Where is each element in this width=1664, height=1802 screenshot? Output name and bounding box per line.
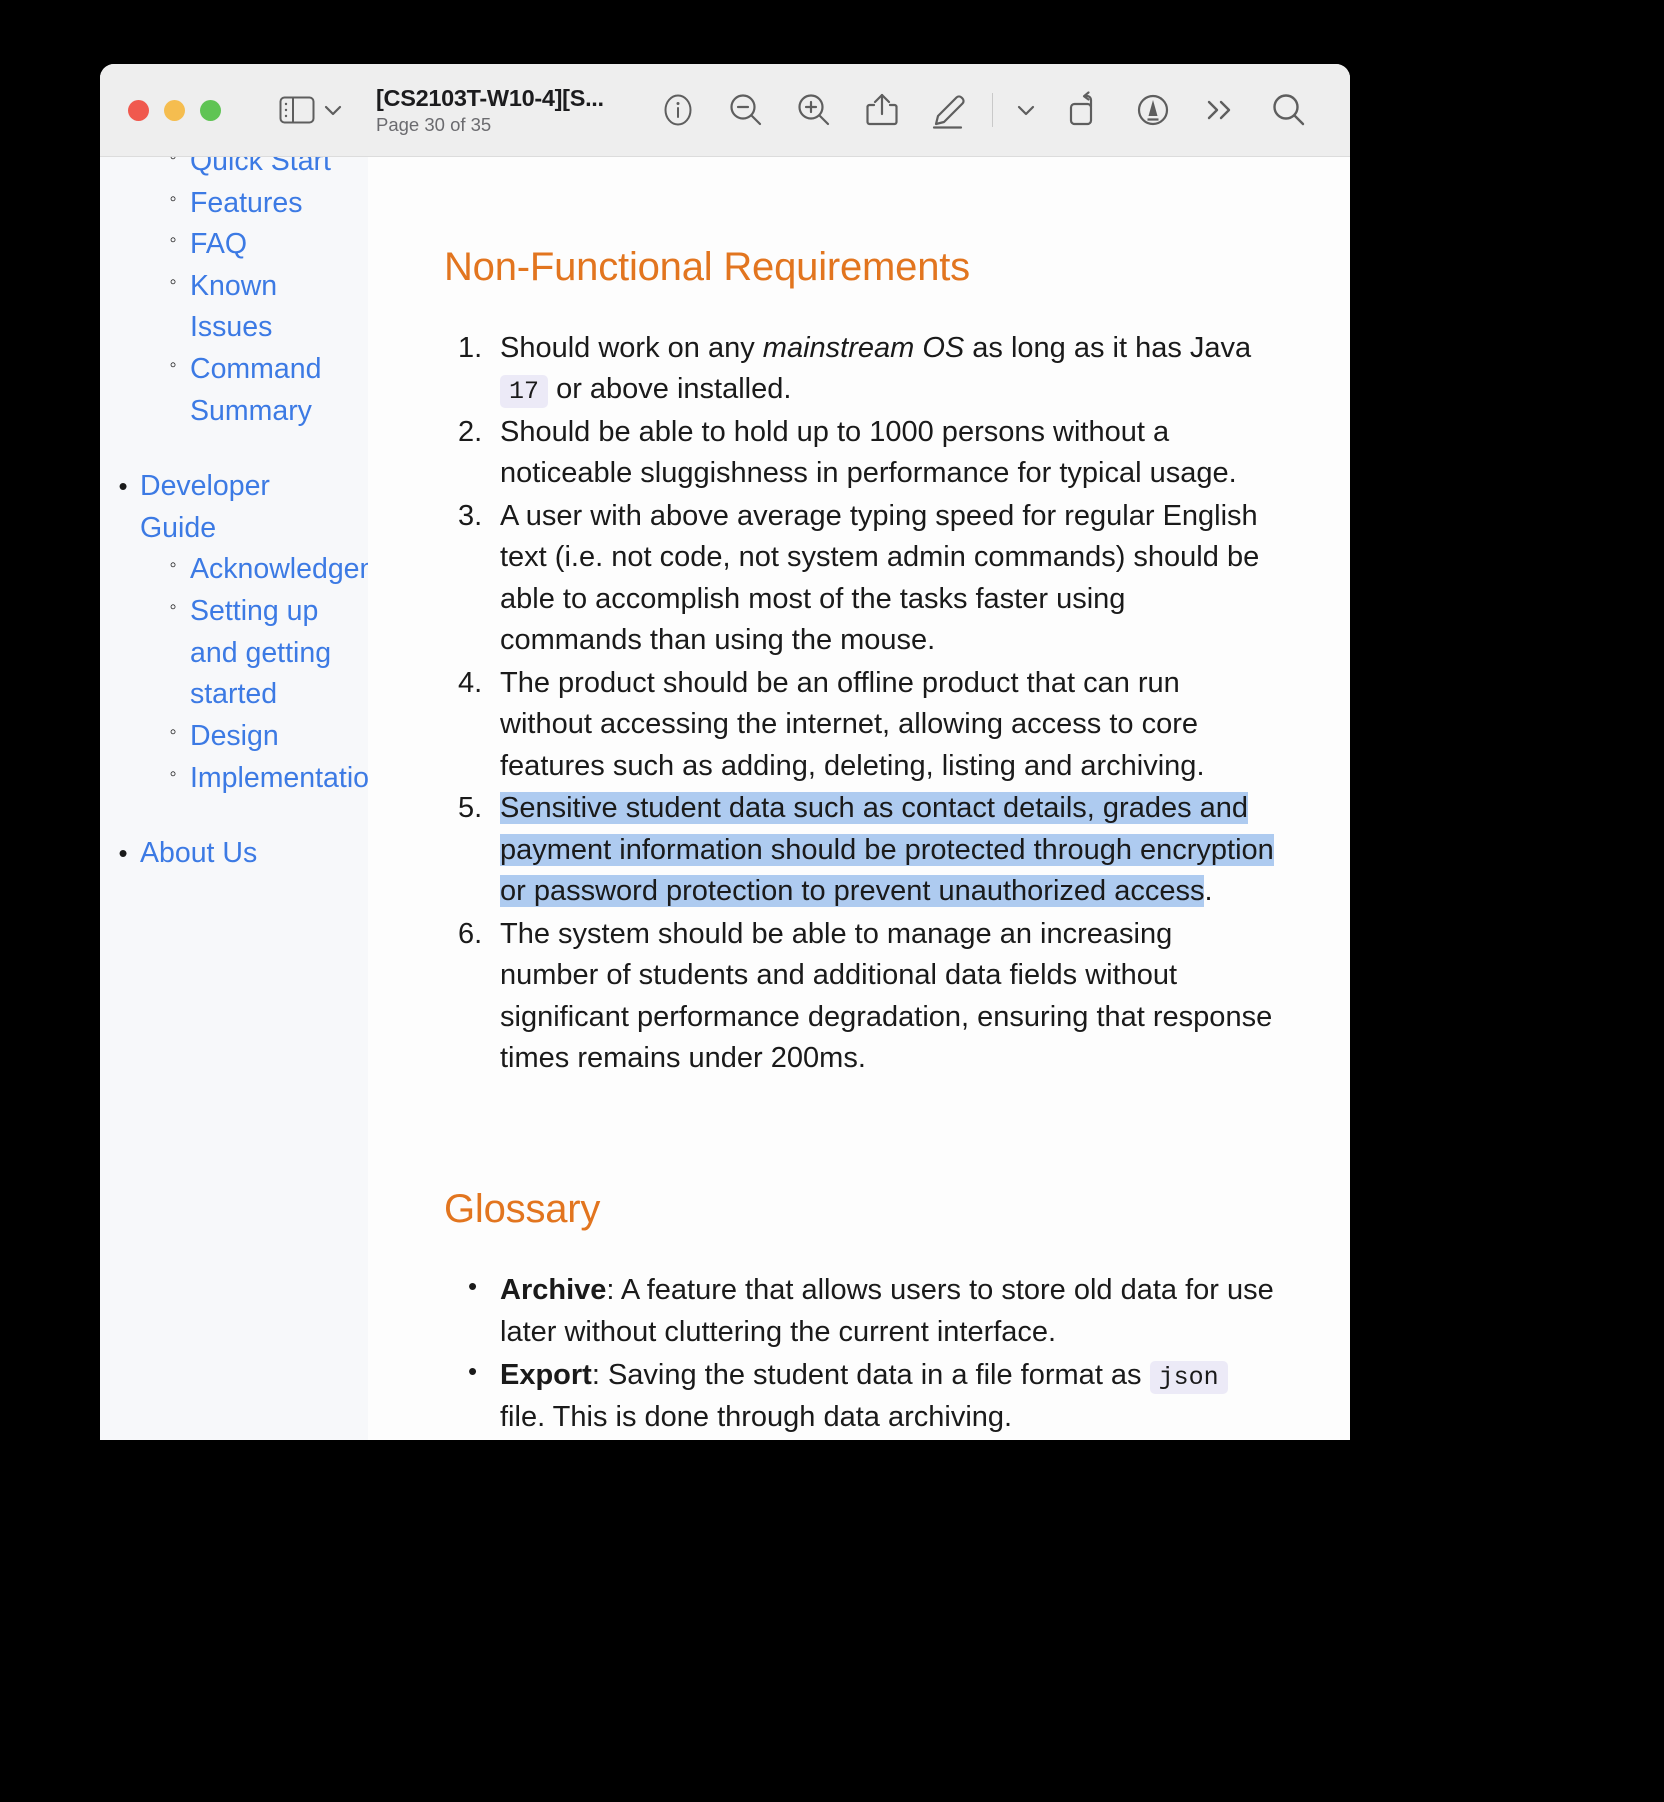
glossary-list: Archive: A feature that allows users to … xyxy=(444,1268,1274,1438)
req3-text: A user with above average typing speed f… xyxy=(500,499,1260,657)
sidebar-item-label: Design xyxy=(190,719,279,752)
table-of-contents: ◦ Quick Start ◦ Features ◦ FAQ ◦ Known I… xyxy=(106,157,368,875)
sidebar-item-features[interactable]: ◦ Features xyxy=(156,183,354,225)
list-item: The product should be an offline product… xyxy=(444,663,1274,787)
share-button[interactable] xyxy=(848,89,916,131)
rotate-button[interactable] xyxy=(1051,89,1119,131)
pdf-page: Non-Functional Requirements Should work … xyxy=(368,157,1350,1440)
req5-period: . xyxy=(1204,875,1213,908)
circle-bullet-icon: ◦ xyxy=(169,762,177,785)
req4-text: The product should be an offline product… xyxy=(500,666,1205,782)
req2-text: Should be able to hold up to 1000 person… xyxy=(500,415,1237,490)
markup-pen-button[interactable] xyxy=(916,89,984,131)
sidebar-item-developer-guide[interactable]: • Developer Guide xyxy=(106,466,354,549)
sidebar-item-design[interactable]: ◦ Design xyxy=(156,716,354,758)
req1-text-b: as long as it has Java xyxy=(964,332,1252,364)
glossary-term-archive: Archive xyxy=(500,1274,607,1307)
glossary-def-export-a: : Saving the student data in a file form… xyxy=(591,1359,1150,1392)
req1-emphasis: mainstream OS xyxy=(762,332,965,364)
requirements-list: Should work on any mainstream OS as long… xyxy=(444,328,1274,1079)
circle-bullet-icon: ◦ xyxy=(169,554,177,577)
window-toolbar: [CS2103T-W10-4][S... Page 30 of 35 xyxy=(100,64,1350,157)
glossary-term-export: Export xyxy=(500,1359,592,1392)
sidebar-item-label: Known Issues xyxy=(190,269,278,344)
document-title-block: [CS2103T-W10-4][S... Page 30 of 35 xyxy=(376,85,644,136)
sidebar-item-known-issues[interactable]: ◦ Known Issues xyxy=(156,266,354,349)
document-title: [CS2103T-W10-4][S... xyxy=(376,84,604,111)
list-item: The system should be able to manage an i… xyxy=(444,914,1274,1080)
sidebar-item-label: Acknowledgements xyxy=(190,553,368,586)
circle-bullet-icon: ◦ xyxy=(169,720,177,743)
sidebar-item-acknowledgements[interactable]: ◦ Acknowledgements xyxy=(156,549,368,591)
java-version-code: 17 xyxy=(500,375,549,409)
more-chevrons-button[interactable] xyxy=(1187,94,1255,126)
page-indicator: Page 30 of 35 xyxy=(376,113,492,135)
sidebar-item-label: Setting up and getting started xyxy=(190,595,332,711)
sidebar-item-label: Quick Start xyxy=(190,157,331,177)
close-button[interactable] xyxy=(128,99,149,121)
toc-sidebar[interactable]: ◦ Quick Start ◦ Features ◦ FAQ ◦ Known I… xyxy=(100,157,368,1440)
circle-bullet-icon: ◦ xyxy=(169,229,177,252)
search-button[interactable] xyxy=(1255,90,1323,130)
traffic-light-controls xyxy=(128,99,221,121)
list-item: Should be able to hold up to 1000 person… xyxy=(444,412,1274,495)
sidebar-icon[interactable] xyxy=(279,95,315,125)
zoom-out-button[interactable] xyxy=(712,90,780,130)
list-item: Archive: A feature that allows users to … xyxy=(444,1268,1274,1353)
disc-bullet-icon: • xyxy=(118,471,128,502)
sidebar-item-implementation[interactable]: ◦ Implementation xyxy=(156,758,368,800)
sidebar-item-label: FAQ xyxy=(190,228,248,261)
page-title: Non-Functional Requirements xyxy=(444,245,970,289)
glossary-def-archive: : A feature that allows users to store o… xyxy=(500,1274,1274,1348)
circle-bullet-icon: ◦ xyxy=(169,354,177,377)
toc-spacer xyxy=(106,432,354,466)
sidebar-item-label: Command Summary xyxy=(190,353,322,427)
req6-text: The system should be able to manage an i… xyxy=(500,917,1273,1074)
pdf-page-area[interactable]: Non-Functional Requirements Should work … xyxy=(368,157,1350,1440)
sidebar-toggle-group[interactable] xyxy=(279,95,343,125)
sidebar-item-label: About Us xyxy=(140,837,258,870)
list-item-highlighted: Sensitive student data such as contact d… xyxy=(444,788,1274,912)
list-item: A user with above average typing speed f… xyxy=(444,496,1274,662)
sidebar-item-about-us[interactable]: • About Us xyxy=(106,833,354,875)
circle-bullet-icon: ◦ xyxy=(169,270,177,293)
info-button[interactable] xyxy=(644,91,712,129)
req1-text-c: or above installed. xyxy=(548,373,792,406)
json-code: json xyxy=(1149,1361,1228,1395)
disc-bullet-icon: • xyxy=(118,838,128,869)
window-body: ◦ Quick Start ◦ Features ◦ FAQ ◦ Known I… xyxy=(100,157,1350,1440)
zoom-button[interactable] xyxy=(200,99,221,121)
sidebar-item-label: Developer Guide xyxy=(140,470,270,544)
toc-spacer xyxy=(106,799,354,833)
sidebar-item-command-summary[interactable]: ◦ Command Summary xyxy=(156,349,354,432)
preview-window: [CS2103T-W10-4][S... Page 30 of 35 ◦ Qui… xyxy=(100,64,1350,1440)
chevron-down-icon[interactable] xyxy=(323,103,343,117)
circle-bullet-icon: ◦ xyxy=(169,187,177,210)
markup-options-chevron[interactable] xyxy=(1001,102,1051,118)
sidebar-item-faq[interactable]: ◦ FAQ xyxy=(156,224,354,266)
circle-bullet-icon: ◦ xyxy=(169,157,177,168)
zoom-in-button[interactable] xyxy=(780,90,848,130)
list-item: Should work on any mainstream OS as long… xyxy=(444,328,1274,411)
toolbar-icon-group xyxy=(644,89,1332,131)
sidebar-item-label: Features xyxy=(190,186,303,219)
sidebar-item-quick-start[interactable]: ◦ Quick Start xyxy=(156,157,354,183)
req1-text-a: Should work on any xyxy=(500,332,763,364)
sidebar-item-label: Implementation xyxy=(190,761,368,794)
annotate-circle-button[interactable] xyxy=(1119,89,1187,131)
circle-bullet-icon: ◦ xyxy=(169,596,177,619)
toolbar-divider xyxy=(992,93,993,127)
glossary-def-export-b: file. This is done through data archivin… xyxy=(500,1400,1013,1433)
minimize-button[interactable] xyxy=(164,99,185,121)
req5-highlighted-text: Sensitive student data such as contact d… xyxy=(500,792,1274,908)
sidebar-item-setting-up[interactable]: ◦ Setting up and getting started xyxy=(156,591,354,716)
list-item: Export: Saving the student data in a fil… xyxy=(444,1353,1274,1438)
glossary-title: Glossary xyxy=(444,1187,601,1232)
